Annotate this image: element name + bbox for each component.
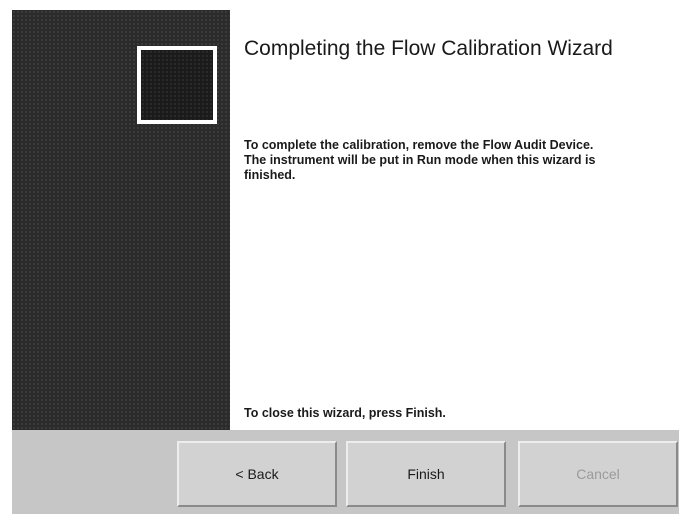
wizard-side-panel (12, 10, 230, 430)
back-button[interactable]: < Back (177, 441, 337, 507)
wizard-close-hint: To close this wizard, press Finish. (244, 406, 446, 420)
wizard-graphic-icon (137, 46, 217, 124)
cancel-button: Cancel (518, 441, 678, 507)
wizard-instructions: To complete the calibration, remove the … (244, 138, 596, 182)
wizard-title: Completing the Flow Calibration Wizard (244, 37, 613, 60)
finish-button[interactable]: Finish (346, 441, 506, 507)
